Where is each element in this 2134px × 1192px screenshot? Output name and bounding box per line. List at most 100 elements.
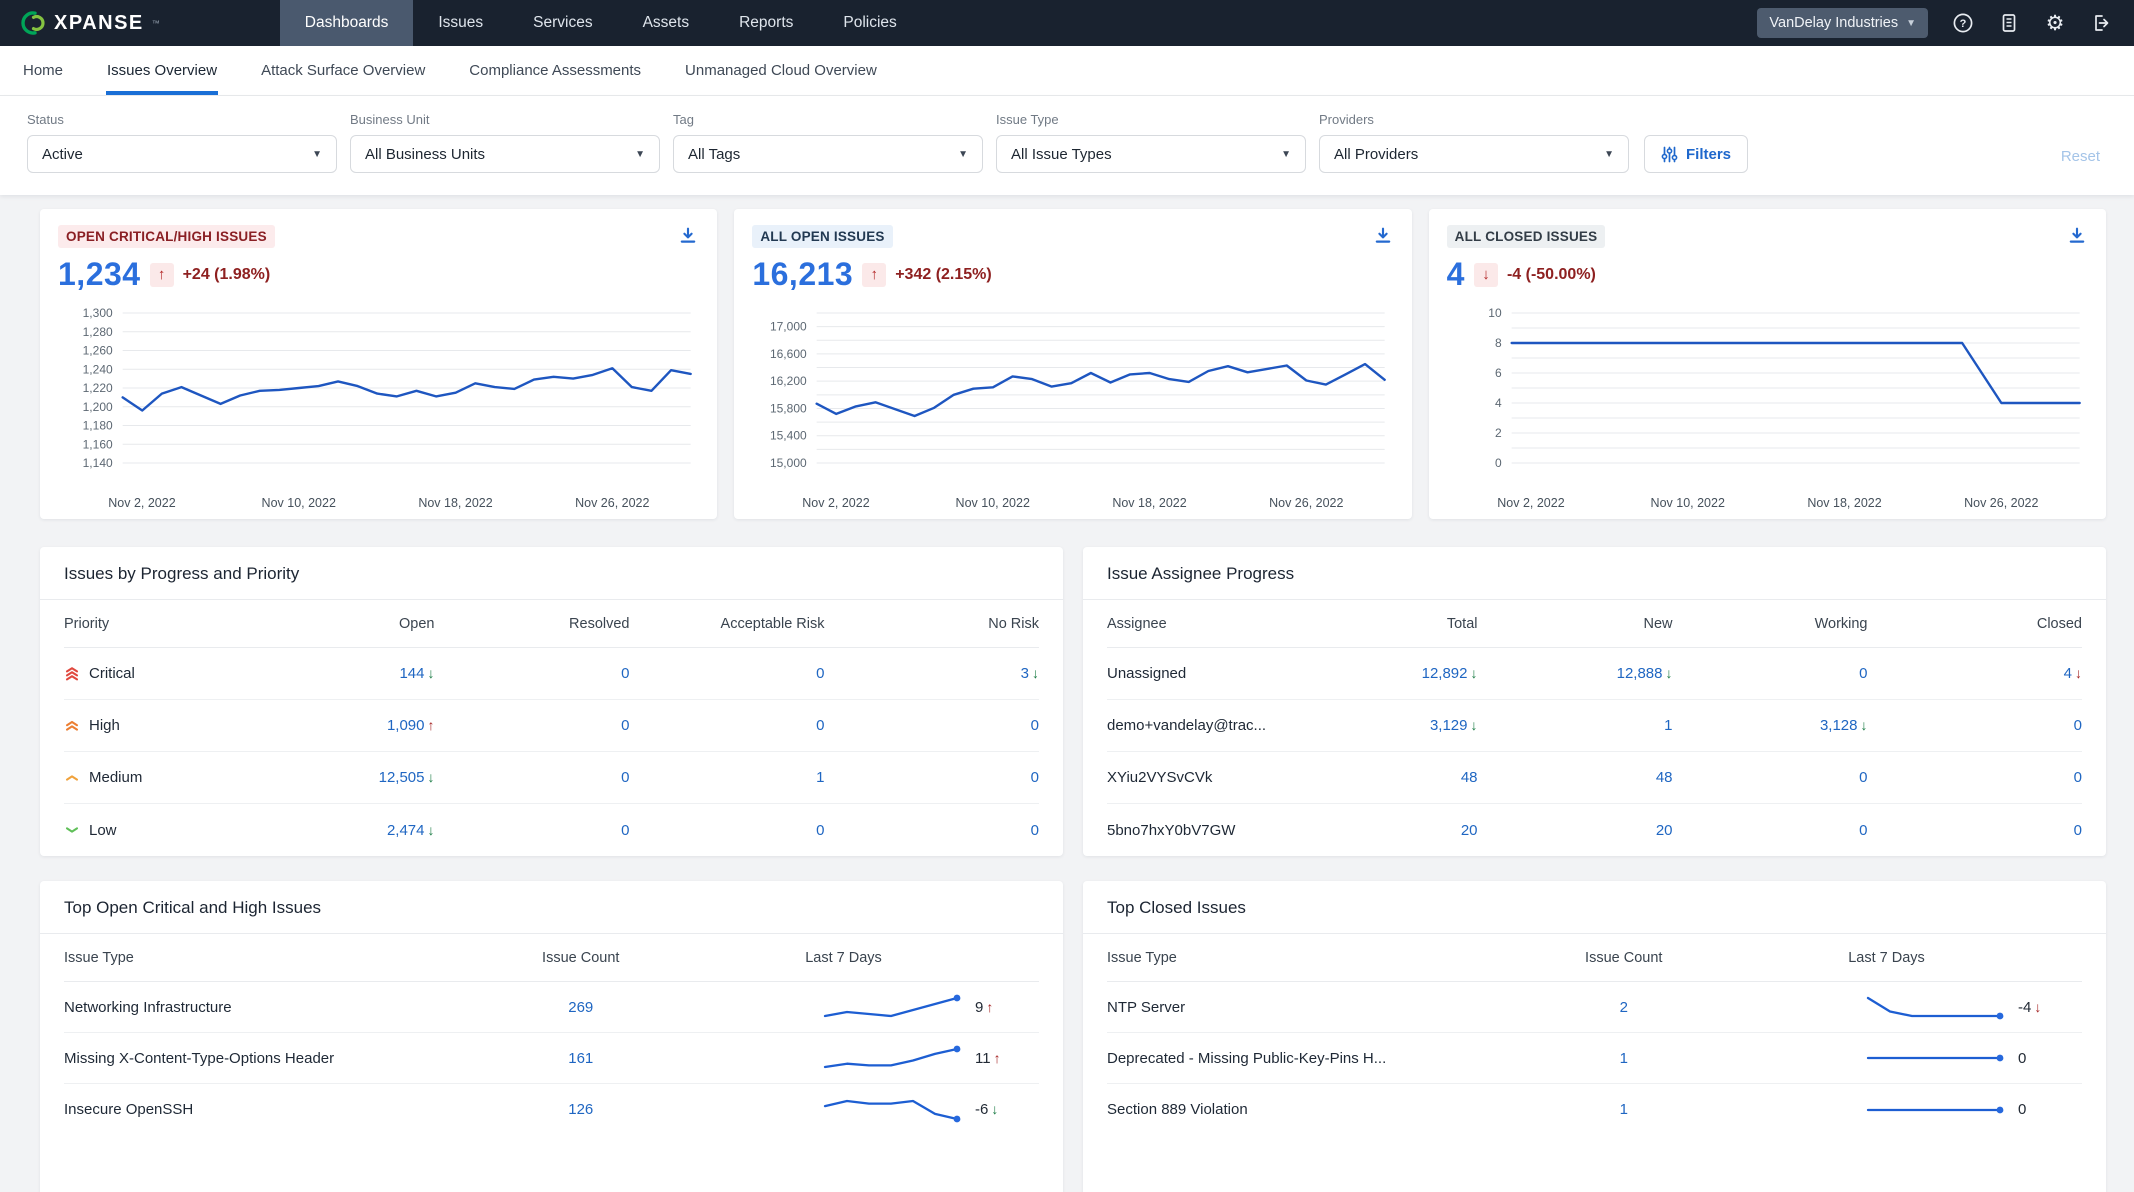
metric-link[interactable]: 0 bbox=[1031, 769, 1039, 786]
metric-link[interactable]: 3,128 bbox=[1820, 717, 1858, 734]
metric-link[interactable]: 0 bbox=[1031, 717, 1039, 734]
metric-link[interactable]: 0 bbox=[2074, 717, 2082, 734]
metric-link[interactable]: 0 bbox=[621, 822, 629, 839]
metric-link[interactable]: 0 bbox=[1859, 769, 1867, 786]
svg-text:Nov 18, 2022: Nov 18, 2022 bbox=[1113, 496, 1187, 510]
nav-item-services[interactable]: Services bbox=[508, 0, 617, 46]
issue-count-link[interactable]: 1 bbox=[1620, 1101, 1628, 1118]
tab-compliance-assessments[interactable]: Compliance Assessments bbox=[468, 46, 642, 95]
svg-text:Nov 2, 2022: Nov 2, 2022 bbox=[803, 496, 870, 510]
nav-item-assets[interactable]: Assets bbox=[618, 0, 715, 46]
metric-cell: 0 bbox=[1868, 822, 2083, 839]
metric-cell: 0 bbox=[1868, 769, 2083, 786]
tab-home[interactable]: Home bbox=[22, 46, 64, 95]
metric-link[interactable]: 0 bbox=[1859, 822, 1867, 839]
filter-dropdown-business-unit[interactable]: All Business Units▼ bbox=[350, 135, 660, 173]
metric-cell: 3↓ bbox=[825, 665, 1040, 682]
nav-item-dashboards[interactable]: Dashboards bbox=[280, 0, 414, 46]
issue-count-link[interactable]: 2 bbox=[1620, 999, 1628, 1016]
download-icon[interactable] bbox=[2066, 225, 2088, 247]
metric-link[interactable]: 0 bbox=[621, 717, 629, 734]
brand-logo[interactable]: XPANSE™ bbox=[0, 0, 186, 46]
help-icon[interactable]: ? bbox=[1952, 12, 1974, 34]
metric-link[interactable]: 0 bbox=[1859, 665, 1867, 682]
seven-day-delta: 9↑ bbox=[975, 999, 1033, 1016]
metric-link[interactable]: 12,888 bbox=[1617, 665, 1663, 682]
filter-dropdown-issue-type[interactable]: All Issue Types▼ bbox=[996, 135, 1306, 173]
svg-text:1,260: 1,260 bbox=[83, 344, 113, 358]
issue-count-link[interactable]: 126 bbox=[568, 1101, 593, 1118]
filters-button[interactable]: Filters bbox=[1644, 135, 1748, 173]
filter-dropdown-tag[interactable]: All Tags▼ bbox=[673, 135, 983, 173]
tab-attack-surface-overview[interactable]: Attack Surface Overview bbox=[260, 46, 426, 95]
seven-day-delta: -6↓ bbox=[975, 1101, 1033, 1118]
nav-item-reports[interactable]: Reports bbox=[714, 0, 818, 46]
trend-down-arrow-icon: ↓ bbox=[1474, 263, 1498, 287]
metric-link[interactable]: 1,090 bbox=[387, 717, 425, 734]
metric-link[interactable]: 0 bbox=[816, 822, 824, 839]
metric-link[interactable]: 0 bbox=[816, 717, 824, 734]
download-icon[interactable] bbox=[677, 225, 699, 247]
metric-link[interactable]: 12,505 bbox=[379, 769, 425, 786]
metric-cell: 12,505↓ bbox=[298, 769, 435, 786]
last-7-days-cell: -4↓ bbox=[1731, 992, 2082, 1022]
issue-type-label: Insecure OpenSSH bbox=[64, 1101, 474, 1118]
issue-count-link[interactable]: 269 bbox=[568, 999, 593, 1016]
metric-link[interactable]: 0 bbox=[816, 665, 824, 682]
table-row-demo-vandelay-trac: demo+vandelay@trac...3,129↓13,128↓0 bbox=[1107, 700, 2082, 752]
issue-count-link[interactable]: 161 bbox=[568, 1050, 593, 1067]
filter-group-providers: ProvidersAll Providers▼ bbox=[1319, 112, 1629, 173]
tab-unmanaged-cloud-overview[interactable]: Unmanaged Cloud Overview bbox=[684, 46, 878, 95]
metric-link[interactable]: 20 bbox=[1656, 822, 1673, 839]
metric-cell: 4↓ bbox=[1868, 665, 2083, 682]
metric-link[interactable]: 0 bbox=[621, 665, 629, 682]
top-closed-issues-table: Issue TypeIssue CountLast 7 DaysNTP Serv… bbox=[1083, 934, 2106, 1135]
brand-name: XPANSE bbox=[54, 12, 144, 35]
kpi-card-all-open-issues: ALL OPEN ISSUES16,213↑+342 (2.15%)17,000… bbox=[734, 209, 1411, 519]
metric-cell: 0 bbox=[435, 665, 630, 682]
metric-link[interactable]: 2,474 bbox=[387, 822, 425, 839]
metric-link[interactable]: 20 bbox=[1461, 822, 1478, 839]
metric-link[interactable]: 0 bbox=[2074, 822, 2082, 839]
metric-cell: 0 bbox=[825, 717, 1040, 734]
metric-cell: 1 bbox=[1478, 717, 1673, 734]
metric-link[interactable]: 1 bbox=[1664, 717, 1672, 734]
issue-count-link[interactable]: 1 bbox=[1620, 1050, 1628, 1067]
row-label: Unassigned bbox=[1107, 665, 1341, 682]
priority-medium-icon bbox=[64, 770, 80, 786]
svg-text:1,240: 1,240 bbox=[83, 362, 113, 376]
reset-button[interactable]: Reset bbox=[2061, 148, 2106, 173]
metric-link[interactable]: 0 bbox=[2074, 769, 2082, 786]
table-row-unassigned: Unassigned12,892↓12,888↓04↓ bbox=[1107, 648, 2082, 700]
metric-link[interactable]: 0 bbox=[1031, 822, 1039, 839]
filter-group-business-unit: Business UnitAll Business Units▼ bbox=[350, 112, 660, 173]
svg-text:Nov 10, 2022: Nov 10, 2022 bbox=[956, 496, 1030, 510]
settings-gear-icon[interactable]: ⚙ bbox=[2044, 12, 2066, 34]
svg-text:16,200: 16,200 bbox=[770, 374, 807, 388]
sliders-icon bbox=[1661, 146, 1678, 163]
metric-link[interactable]: 48 bbox=[1656, 769, 1673, 786]
metric-link[interactable]: 0 bbox=[621, 769, 629, 786]
metric-link[interactable]: 1 bbox=[816, 769, 824, 786]
release-notes-icon[interactable] bbox=[1998, 12, 2020, 34]
row-label: demo+vandelay@trac... bbox=[1107, 717, 1341, 734]
download-icon[interactable] bbox=[1372, 225, 1394, 247]
filter-dropdown-providers[interactable]: All Providers▼ bbox=[1319, 135, 1629, 173]
metric-link[interactable]: 3 bbox=[1021, 665, 1029, 682]
metric-link[interactable]: 48 bbox=[1461, 769, 1478, 786]
nav-item-issues[interactable]: Issues bbox=[413, 0, 508, 46]
table-header-row: Issue TypeIssue CountLast 7 Days bbox=[1107, 934, 2082, 982]
account-switcher-button[interactable]: VanDelay Industries ▼ bbox=[1757, 8, 1928, 38]
trend-down-arrow-icon: ↓ bbox=[1861, 717, 1868, 733]
logout-icon[interactable] bbox=[2090, 12, 2112, 34]
metric-link[interactable]: 4 bbox=[2064, 665, 2072, 682]
tab-issues-overview[interactable]: Issues Overview bbox=[106, 46, 218, 95]
metric-link[interactable]: 144 bbox=[399, 665, 424, 682]
metric-link[interactable]: 12,892 bbox=[1422, 665, 1468, 682]
trend-up-arrow-icon: ↑ bbox=[986, 999, 993, 1015]
svg-text:10: 10 bbox=[1488, 306, 1502, 320]
metric-link[interactable]: 3,129 bbox=[1430, 717, 1468, 734]
filter-dropdown-status[interactable]: Active▼ bbox=[27, 135, 337, 173]
filter-value: All Issue Types bbox=[1011, 146, 1112, 163]
nav-item-policies[interactable]: Policies bbox=[818, 0, 921, 46]
